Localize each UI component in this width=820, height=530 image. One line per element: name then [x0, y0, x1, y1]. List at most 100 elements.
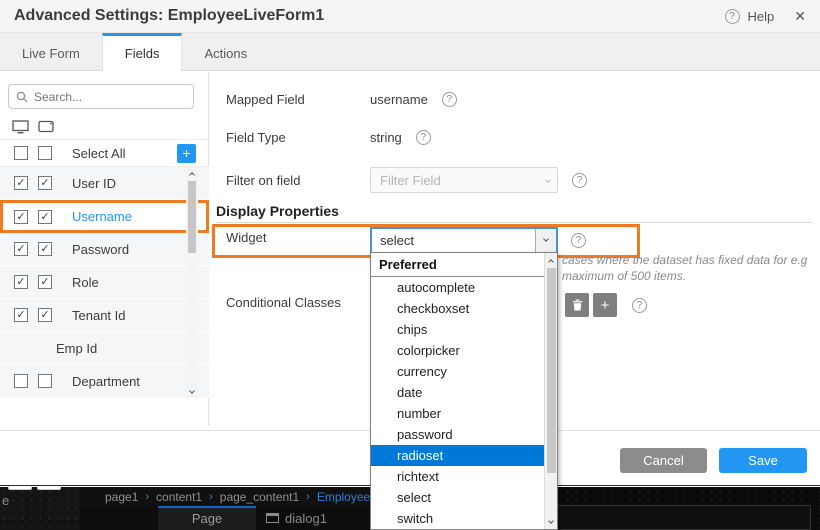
field-label: Role — [72, 275, 99, 290]
field-row-emp-id[interactable]: Emp Id — [0, 332, 209, 365]
mobile-checkbox[interactable]: ✓ — [38, 275, 52, 289]
scrollbar-thumb[interactable] — [188, 181, 196, 253]
web-checkbox[interactable] — [14, 374, 28, 388]
filter-field-select: Filter Field — [370, 167, 558, 193]
breadcrumb-item[interactable]: page1 — [105, 490, 138, 504]
search-input[interactable] — [34, 90, 174, 104]
search-icon — [16, 91, 28, 103]
fields-sidebar: Select All + ✓ ✓ User ID ✓ ✓ Username ✓ … — [0, 72, 209, 426]
scrollbar-down-icon[interactable] — [186, 386, 198, 398]
scrollbar-up-icon[interactable] — [545, 254, 557, 266]
tab-page[interactable]: Page — [158, 506, 256, 530]
widget-option-radioset-highlighted[interactable]: radioset — [371, 445, 557, 466]
widget-option-checkboxset[interactable]: checkboxset — [371, 298, 557, 319]
display-properties-heading: Display Properties — [216, 203, 339, 219]
help-icon[interactable]: ? — [571, 233, 586, 248]
web-checkbox[interactable]: ✓ — [14, 210, 28, 224]
tab-live-form[interactable]: Live Form — [0, 33, 102, 70]
widget-option-date[interactable]: date — [371, 382, 557, 403]
widget-option-autocomplete[interactable]: autocomplete — [371, 277, 557, 298]
field-label: Username — [72, 209, 132, 224]
help-icon[interactable]: ? — [416, 130, 431, 145]
field-label: Department — [72, 374, 140, 389]
field-list-scrollbar[interactable] — [186, 167, 198, 398]
widget-select[interactable]: select — [370, 227, 558, 254]
desktop-icon[interactable] — [12, 120, 29, 134]
field-type-label: Field Type — [226, 130, 370, 145]
dialog-window-icon — [266, 513, 279, 523]
chevron-down-icon[interactable] — [535, 229, 556, 252]
breadcrumb-item[interactable]: page_content1 — [220, 490, 299, 504]
breadcrumb-separator-icon: › — [209, 491, 213, 503]
select-all-web-checkbox[interactable] — [14, 146, 28, 160]
filter-on-field-label: Filter on field — [226, 173, 370, 188]
tab-fields[interactable]: Fields — [102, 33, 183, 71]
widget-option-currency[interactable]: currency — [371, 361, 557, 382]
breadcrumb-separator-icon: › — [306, 491, 310, 503]
conditional-classes-actions: + ? — [565, 293, 647, 317]
scrollbar-down-icon[interactable] — [545, 516, 557, 528]
cancel-button[interactable]: Cancel — [620, 448, 707, 473]
widget-select-value: select — [380, 233, 414, 248]
select-all-row: Select All + — [0, 140, 209, 167]
search-box[interactable] — [8, 84, 194, 109]
mobile-checkbox[interactable]: ✓ — [38, 210, 52, 224]
widget-option-richtext[interactable]: richtext — [371, 466, 557, 487]
add-field-button[interactable]: + — [177, 144, 196, 163]
widget-option-colorpicker[interactable]: colorpicker — [371, 340, 557, 361]
mobile-device-icon[interactable] — [38, 120, 55, 133]
field-row-role[interactable]: ✓ ✓ Role — [0, 266, 209, 299]
dialog-titlebar: Advanced Settings: EmployeeLiveForm1 ? H… — [0, 0, 820, 33]
field-row-department[interactable]: Department — [0, 365, 209, 398]
field-row-tenant-id[interactable]: ✓ ✓ Tenant Id — [0, 299, 209, 332]
breadcrumb-separator-icon: › — [145, 491, 149, 503]
select-all-mobile-checkbox[interactable] — [38, 146, 52, 160]
tab-actions[interactable]: Actions — [182, 33, 269, 70]
web-checkbox[interactable]: ✓ — [14, 242, 28, 256]
scrollbar-up-icon[interactable] — [186, 167, 198, 179]
help-link[interactable]: Help — [748, 9, 775, 24]
device-toggle-row — [0, 114, 209, 140]
save-button[interactable]: Save — [719, 448, 807, 473]
conditional-classes-label: Conditional Classes — [226, 295, 341, 310]
section-divider — [216, 222, 812, 223]
help-icon[interactable]: ? — [725, 9, 740, 24]
mobile-checkbox[interactable]: ✓ — [38, 176, 52, 190]
widget-option-chips[interactable]: chips — [371, 319, 557, 340]
close-icon[interactable]: ✕ — [794, 8, 806, 25]
dialog-title: Advanced Settings: EmployeeLiveForm1 — [14, 7, 324, 25]
add-button[interactable]: + — [593, 293, 617, 317]
widget-option-number[interactable]: number — [371, 403, 557, 424]
scrollbar-thumb[interactable] — [547, 268, 556, 473]
mobile-checkbox[interactable]: ✓ — [38, 242, 52, 256]
field-row-user-id[interactable]: ✓ ✓ User ID — [0, 167, 209, 200]
field-list: ✓ ✓ User ID ✓ ✓ Username ✓ ✓ Password ✓ … — [0, 167, 209, 398]
web-checkbox[interactable]: ✓ — [14, 176, 28, 190]
web-checkbox[interactable]: ✓ — [14, 308, 28, 322]
field-label: User ID — [72, 176, 116, 191]
widget-option-select[interactable]: select — [371, 487, 557, 508]
trash-icon — [572, 299, 583, 311]
field-row-password[interactable]: ✓ ✓ Password — [0, 233, 209, 266]
field-row-username-selected[interactable]: ✓ ✓ Username — [0, 200, 209, 233]
web-checkbox[interactable]: ✓ — [14, 275, 28, 289]
mobile-checkbox[interactable] — [38, 374, 52, 388]
dropdown-scrollbar[interactable] — [544, 253, 557, 529]
field-label: Tenant Id — [72, 308, 126, 323]
help-icon[interactable]: ? — [572, 173, 587, 188]
mapped-field-label: Mapped Field — [226, 92, 370, 107]
widget-option-password[interactable]: password — [371, 424, 557, 445]
breadcrumb-item[interactable]: content1 — [156, 490, 202, 504]
tab-dialog1[interactable]: dialog1 — [266, 511, 327, 526]
height-input[interactable] — [521, 505, 811, 530]
app-screen: e page1 › content1 › page_content1 › Emp… — [0, 0, 820, 530]
help-icon[interactable]: ? — [632, 298, 647, 313]
widget-dropdown-list: Preferred autocomplete checkboxset chips… — [370, 252, 558, 530]
help-icon[interactable]: ? — [442, 92, 457, 107]
delete-button[interactable] — [565, 293, 589, 317]
dialog-tabbar: Live Form Fields Actions — [0, 33, 820, 71]
mobile-checkbox[interactable]: ✓ — [38, 308, 52, 322]
field-label: Password — [72, 242, 129, 257]
widget-option-switch[interactable]: switch — [371, 508, 557, 529]
tab-dialog1-label: dialog1 — [285, 511, 327, 526]
